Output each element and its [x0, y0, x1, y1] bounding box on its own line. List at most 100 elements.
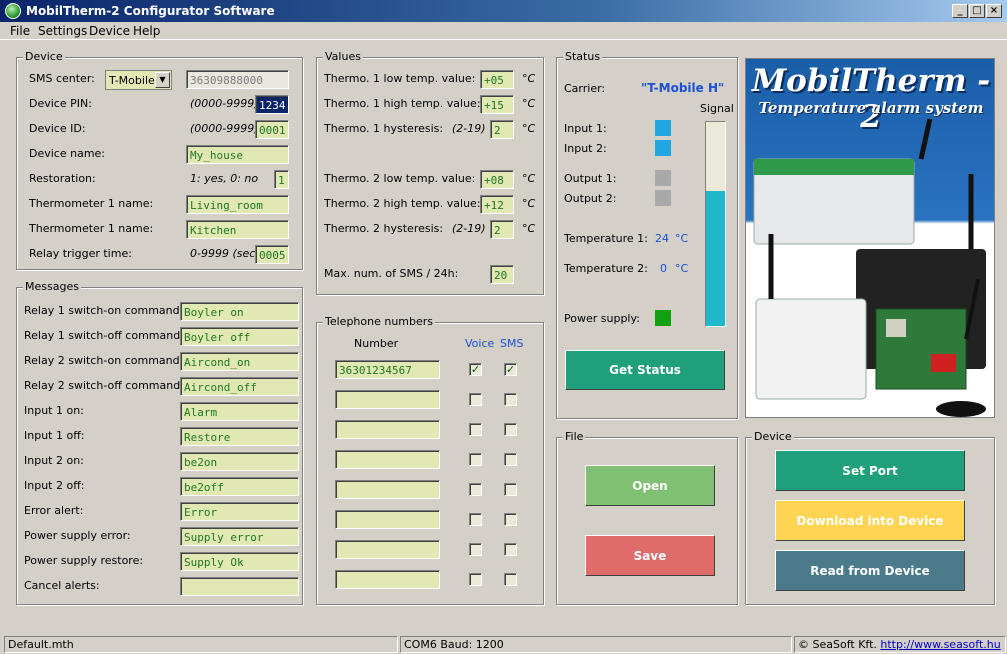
max-sms-label: Max. num. of SMS / 24h:: [324, 267, 459, 280]
phone-number-input[interactable]: [335, 510, 440, 529]
phone-number-input[interactable]: [335, 480, 440, 499]
website-link[interactable]: http://www.seasoft.hu: [880, 638, 1000, 651]
close-icon[interactable]: ×: [986, 4, 1002, 18]
device-id-input[interactable]: 0001: [255, 120, 289, 139]
phone-number-input[interactable]: [335, 420, 440, 439]
voice-checkbox[interactable]: ✓: [469, 363, 482, 376]
message-input[interactable]: be2off: [180, 477, 299, 496]
message-label: Power supply restore:: [24, 554, 144, 567]
device-name-input[interactable]: My_house: [186, 145, 289, 164]
app-icon: [5, 3, 21, 19]
pin-input[interactable]: 1234: [255, 95, 289, 114]
temp2-unit: °C: [675, 262, 689, 275]
pin-hint: (0000-9999): [190, 97, 259, 110]
unit-celsius: °C: [522, 197, 536, 210]
minimize-icon[interactable]: _: [952, 4, 968, 18]
open-button[interactable]: Open: [585, 465, 715, 506]
device-photo: [753, 119, 986, 417]
read-button[interactable]: Read from Device: [775, 550, 965, 591]
voice-checkbox[interactable]: [469, 573, 482, 586]
phone-number-input[interactable]: [335, 540, 440, 559]
message-input[interactable]: Alarm: [180, 402, 299, 421]
message-input[interactable]: Supply Ok: [180, 552, 299, 571]
sms-checkbox[interactable]: [504, 543, 517, 556]
message-input[interactable]: Boyler off: [180, 327, 299, 346]
relay-time-label: Relay trigger time:: [29, 247, 132, 260]
message-label: Relay 2 switch-off command:: [24, 379, 184, 392]
t2-hyst-input[interactable]: 2: [490, 220, 514, 239]
save-button[interactable]: Save: [585, 535, 715, 576]
antenna-base: [936, 401, 986, 417]
message-input[interactable]: Boyler on: [180, 302, 299, 321]
t2-low-input[interactable]: +08: [480, 170, 514, 189]
t2-hyst-hint: (2-19): [452, 222, 486, 235]
menu-bar: File Settings Device Help: [0, 22, 1007, 40]
voice-checkbox[interactable]: [469, 483, 482, 496]
sms-center-number[interactable]: 36309888000: [186, 70, 289, 89]
sms-checkbox[interactable]: [504, 423, 517, 436]
t1-low-input[interactable]: +05: [480, 70, 514, 89]
get-status-button[interactable]: Get Status: [565, 350, 725, 390]
sms-checkbox[interactable]: [504, 453, 517, 466]
message-input[interactable]: Supply error: [180, 527, 299, 546]
antenna-1: [918, 119, 933, 160]
sms-checkbox[interactable]: [504, 483, 517, 496]
voice-checkbox[interactable]: [469, 423, 482, 436]
relay-time-input[interactable]: 0005: [255, 245, 289, 264]
chevron-down-icon[interactable]: ▼: [155, 72, 170, 88]
set-port-button[interactable]: Set Port: [775, 450, 965, 491]
thermo1-name-input[interactable]: Living_room: [186, 195, 289, 214]
t1-high-input[interactable]: +15: [480, 95, 514, 114]
voice-checkbox[interactable]: [469, 453, 482, 466]
input1-label: Input 1:: [564, 122, 607, 135]
carrier-select[interactable]: T-Mobile ▼: [105, 70, 172, 90]
voice-checkbox[interactable]: [469, 513, 482, 526]
voice-checkbox[interactable]: [469, 543, 482, 556]
message-input[interactable]: Error: [180, 502, 299, 521]
file-group-title: File: [563, 430, 586, 443]
sms-checkbox[interactable]: ✓: [504, 363, 517, 376]
menu-device[interactable]: Device: [89, 24, 130, 38]
message-input[interactable]: [180, 577, 299, 596]
statusbar-info: © SeaSoft Kft. http://www.seasoft.hu: [794, 636, 1006, 653]
output1-label: Output 1:: [564, 172, 617, 185]
message-label: Input 1 on:: [24, 404, 84, 417]
signal-level-fill: [706, 191, 725, 326]
message-input[interactable]: Aircond_on: [180, 352, 299, 371]
message-label: Power supply error:: [24, 529, 131, 542]
message-input[interactable]: be2on: [180, 452, 299, 471]
phone-number-input[interactable]: [335, 390, 440, 409]
phone-number-input[interactable]: 36301234567: [335, 360, 440, 379]
device-box-1-band: [754, 159, 914, 175]
device-id-label: Device ID:: [29, 122, 86, 135]
temp1-unit: °C: [675, 232, 689, 245]
output1-indicator: [655, 170, 671, 186]
t1-hyst-hint: (2-19): [452, 122, 486, 135]
sms-checkbox[interactable]: [504, 573, 517, 586]
message-input[interactable]: Aircond_off: [180, 377, 299, 396]
max-sms-input[interactable]: 20: [490, 265, 514, 284]
phone-number-input[interactable]: [335, 450, 440, 469]
t1-high-label: Thermo. 1 high temp. value:: [324, 97, 481, 110]
sms-checkbox[interactable]: [504, 513, 517, 526]
sms-checkbox[interactable]: [504, 393, 517, 406]
menu-file[interactable]: File: [10, 24, 30, 38]
voice-checkbox[interactable]: [469, 393, 482, 406]
phone-number-input[interactable]: [335, 570, 440, 589]
restoration-input[interactable]: 1: [274, 170, 289, 189]
menu-settings[interactable]: Settings: [38, 24, 87, 38]
board-terminal: [931, 354, 956, 372]
message-input[interactable]: Restore: [180, 427, 299, 446]
message-label: Input 2 off:: [24, 479, 85, 492]
thermo2-name-input[interactable]: Kitchen: [186, 220, 289, 239]
carrier-value: "T-Mobile H": [641, 81, 725, 95]
unit-celsius: °C: [522, 72, 536, 85]
message-label: Relay 1 switch-on command:: [24, 304, 184, 317]
menu-help[interactable]: Help: [133, 24, 160, 38]
maximize-icon[interactable]: □: [969, 4, 985, 18]
t1-hyst-input[interactable]: 2: [490, 120, 514, 139]
download-button[interactable]: Download into Device: [775, 500, 965, 541]
t2-high-input[interactable]: +12: [480, 195, 514, 214]
message-label: Cancel alerts:: [24, 579, 100, 592]
power-label: Power supply:: [564, 312, 640, 325]
